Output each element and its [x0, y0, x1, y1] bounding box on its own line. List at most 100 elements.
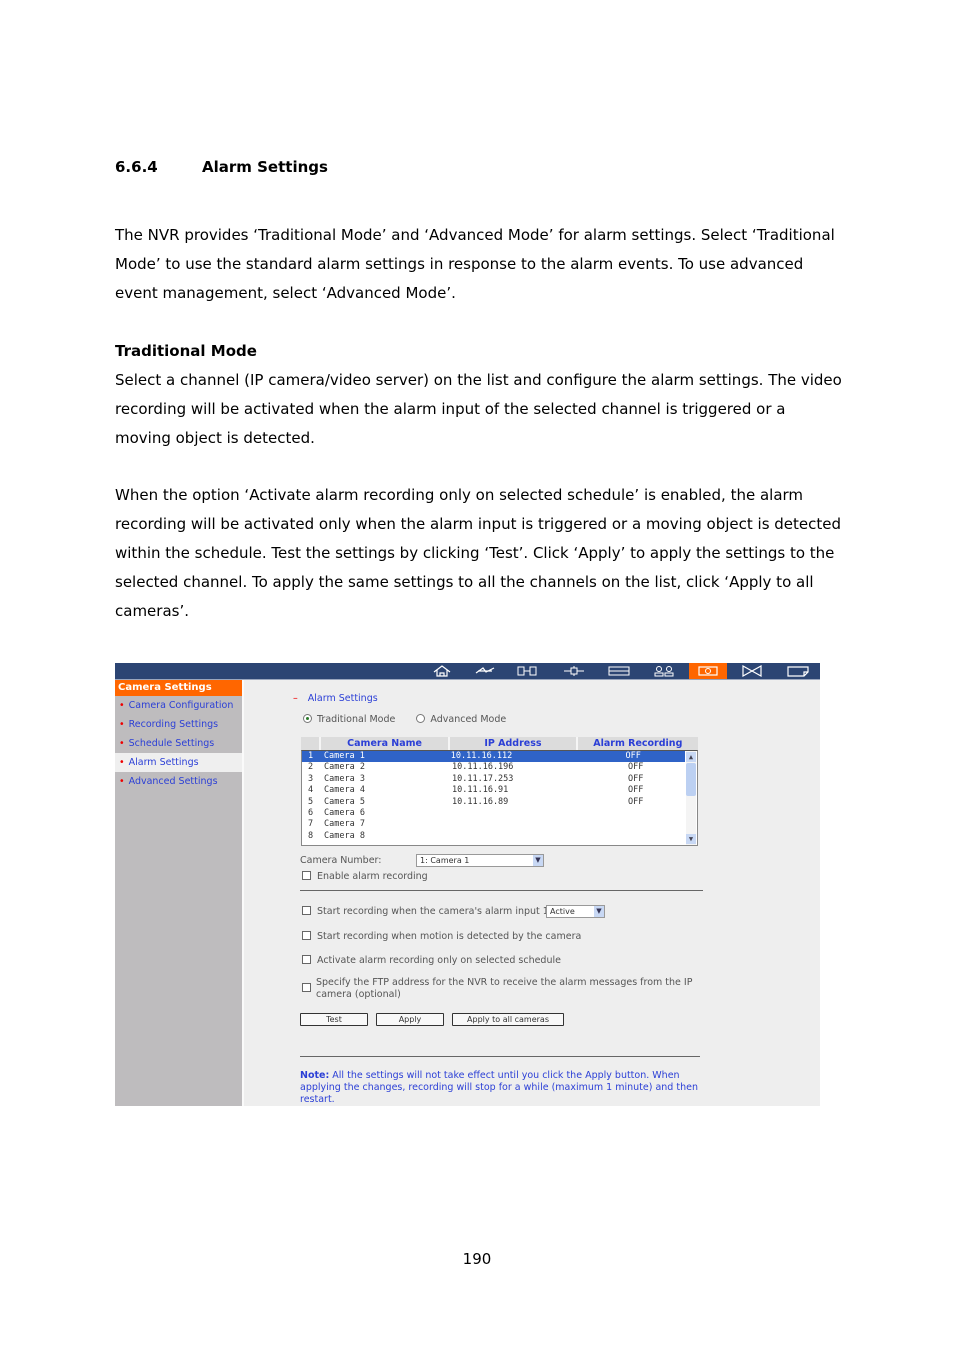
home-icon[interactable]	[423, 663, 461, 679]
table-row[interactable]: 8 Camera 8	[302, 831, 697, 842]
sidebar-item-label: Alarm Settings	[128, 757, 199, 768]
column-header-ip[interactable]: IP Address	[450, 737, 578, 750]
ftp-label-line1: Specify the FTP address for the NVR to r…	[316, 977, 693, 988]
chevron-down-icon: ▼	[533, 855, 543, 866]
row-alarm-recording	[594, 819, 688, 830]
checkbox-icon	[302, 931, 311, 940]
recording-icon[interactable]	[733, 663, 771, 679]
alarm-input-state-select[interactable]: Active ▼	[546, 905, 605, 918]
row-ip-address: 10.11.16.196	[452, 762, 514, 773]
divider	[300, 1056, 700, 1057]
sidebar-item-camera-configuration[interactable]: • Camera Configuration	[115, 696, 242, 715]
top-toolbar	[115, 663, 820, 680]
sidebar-item-label: Advanced Settings	[128, 776, 218, 787]
schedule-checkbox[interactable]: Activate alarm recording only on selecte…	[302, 955, 561, 966]
column-header-alarm[interactable]: Alarm Recording	[578, 737, 698, 750]
mode-selector: Traditional Mode Advanced Mode	[303, 714, 524, 725]
chevron-down-icon: ▼	[594, 906, 604, 917]
select-value: 1: Camera 1	[420, 856, 470, 865]
note-text: Note: All the settings will not take eff…	[300, 1070, 700, 1106]
apply-button[interactable]: Apply	[376, 1013, 444, 1026]
row-camera-name: Camera 6	[324, 807, 365, 818]
table-row[interactable]: 4 Camera 4 10.11.16.91 OFF	[302, 785, 697, 796]
sidebar-item-label: Camera Configuration	[128, 700, 234, 711]
ftp-checkbox[interactable]	[302, 983, 317, 994]
camera-number-select[interactable]: 1: Camera 1 ▼	[416, 854, 544, 867]
row-camera-name: Camera 7	[324, 819, 365, 830]
table-row[interactable]: 1 Camera 1 10.11.16.112 OFF	[302, 751, 685, 763]
page-number: 190	[462, 1250, 492, 1268]
apply-all-button[interactable]: Apply to all cameras	[452, 1013, 564, 1026]
sidebar-item-advanced-settings[interactable]: • Advanced Settings	[115, 772, 242, 791]
users-icon[interactable]	[645, 663, 683, 679]
row-ip-address: 10.11.16.89	[452, 796, 509, 807]
main-panel: – Alarm Settings Traditional Mode Advance…	[245, 680, 820, 1106]
bullet-icon: •	[119, 719, 125, 730]
table-row[interactable]: 2 Camera 2 10.11.16.196 OFF	[302, 762, 697, 773]
row-ip-address	[452, 831, 594, 842]
note-body: All the settings will not take effect un…	[300, 1070, 698, 1105]
device-icon[interactable]	[555, 663, 593, 679]
row-ip-address	[452, 819, 594, 830]
row-alarm-recording	[594, 831, 688, 842]
scrollbar-thumb[interactable]	[686, 763, 696, 796]
sidebar-header: Camera Settings	[115, 680, 242, 696]
alarm-input-checkbox[interactable]: Start recording when the camera's alarm …	[302, 906, 559, 917]
row-camera-name: Camera 4	[324, 785, 365, 796]
advanced-mode-radio[interactable]: Advanced Mode	[416, 714, 506, 725]
row-ip-address: 10.11.17.253	[452, 773, 514, 784]
checkbox-icon	[302, 871, 311, 880]
checkbox-icon	[302, 983, 311, 992]
section-number: 6.6.4	[115, 158, 158, 176]
subheading: Traditional Mode	[115, 342, 257, 360]
enable-alarm-checkbox[interactable]: Enable alarm recording	[302, 871, 428, 882]
row-number: 4	[308, 785, 314, 796]
sidebar-item-recording-settings[interactable]: • Recording Settings	[115, 715, 242, 734]
section-heading: 6.6.4 Alarm Settings	[115, 158, 328, 176]
vertical-scrollbar[interactable]: ▲ ▼	[686, 751, 696, 845]
mode-label: Traditional Mode	[317, 714, 396, 725]
camera-icon[interactable]	[689, 663, 727, 679]
row-number: 1	[308, 751, 314, 761]
checkbox-label: Activate alarm recording only on selecte…	[317, 955, 561, 966]
radio-selected-icon	[303, 714, 312, 723]
row-number: 8	[308, 830, 314, 841]
traditional-mode-radio[interactable]: Traditional Mode	[303, 714, 395, 725]
bullet-icon: •	[119, 700, 125, 711]
column-header-name[interactable]: Camera Name	[321, 737, 451, 750]
nvr-screenshot: Camera Settings • Camera Configuration • R…	[115, 663, 820, 1106]
table-row[interactable]: 6 Camera 6	[302, 808, 697, 819]
row-camera-name: Camera 8	[324, 830, 365, 841]
row-camera-name: Camera 1	[323, 751, 365, 761]
row-alarm-recording: OFF	[628, 773, 644, 784]
ftp-label: Specify the FTP address for the NVR to r…	[316, 977, 692, 1001]
row-camera-name: Camera 2	[324, 762, 365, 773]
checkbox-label: Enable alarm recording	[317, 871, 428, 882]
scroll-up-icon[interactable]: ▲	[686, 752, 696, 762]
network-icon[interactable]	[466, 663, 504, 679]
logs-icon[interactable]	[779, 663, 817, 679]
table-row[interactable]: 5 Camera 5 10.11.16.89 OFF	[302, 797, 697, 808]
table-row[interactable]: 7 Camera 7	[302, 819, 697, 830]
note-label: Note:	[300, 1070, 330, 1081]
storage-icon[interactable]	[600, 663, 638, 679]
checkbox-icon	[302, 906, 311, 915]
row-alarm-recording: OFF	[628, 762, 644, 773]
traditional-mode-section: Traditional Mode Select a channel (IP ca…	[115, 337, 845, 453]
system-tools-icon[interactable]	[508, 663, 546, 679]
row-number: 5	[308, 796, 314, 807]
scroll-down-icon[interactable]: ▼	[686, 834, 696, 844]
camera-table: Camera Name IP Address Alarm Recording 1…	[301, 737, 698, 846]
motion-checkbox[interactable]: Start recording when motion is detected …	[302, 931, 581, 942]
table-row[interactable]: 3 Camera 3 10.11.17.253 OFF	[302, 774, 697, 785]
sidebar-item-schedule-settings[interactable]: • Schedule Settings	[115, 734, 242, 753]
checkbox-icon	[302, 955, 311, 964]
sidebar-item-alarm-settings[interactable]: • Alarm Settings	[115, 753, 242, 772]
row-number: 2	[308, 762, 314, 773]
mode-label: Advanced Mode	[430, 714, 507, 725]
sidebar-item-label: Recording Settings	[128, 719, 219, 730]
manual-page: 6.6.4 Alarm Settings The NVR provides ‘Tr…	[0, 0, 954, 1350]
camera-number-label: Camera Number:	[300, 855, 382, 866]
camera-list[interactable]: 1 Camera 1 10.11.16.112 OFF 2 Camera 2 10.11.1…	[301, 750, 698, 846]
test-button[interactable]: Test	[300, 1013, 368, 1026]
